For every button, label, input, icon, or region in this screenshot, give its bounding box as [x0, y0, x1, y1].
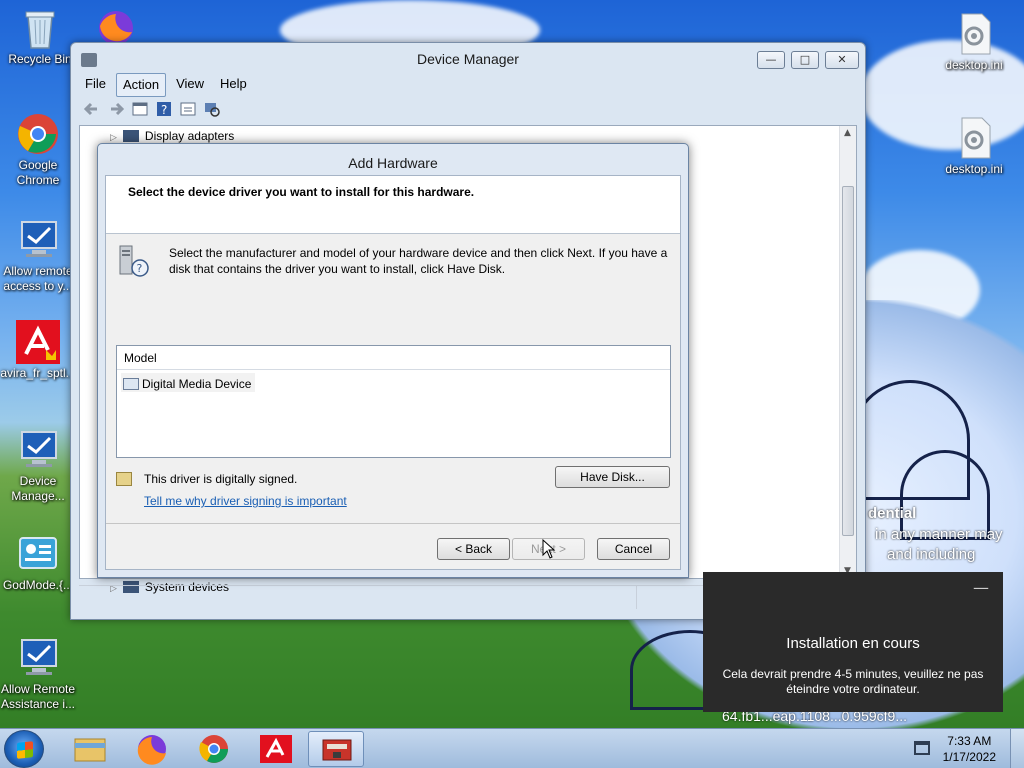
desktop-icon-label: desktop.ini: [945, 162, 1003, 176]
back-arrow-icon[interactable]: [83, 100, 101, 118]
window-title: Device Manager: [417, 51, 519, 67]
desktop-icon-avira[interactable]: avira_fr_sptl...: [0, 320, 76, 381]
scrollbar-thumb[interactable]: [842, 186, 854, 536]
device-icon: [123, 377, 139, 390]
properties-icon[interactable]: [131, 100, 149, 118]
settings-file-icon: [952, 12, 996, 56]
desktop-icon-godmode[interactable]: GodMode.{...: [0, 532, 76, 593]
cancel-button[interactable]: Cancel: [597, 538, 670, 560]
dialog-body: Select the device driver you want to ins…: [105, 175, 681, 570]
driver-signed-text: This driver is digitally signed.: [144, 472, 298, 486]
model-list[interactable]: Model Digital Media Device: [116, 345, 671, 458]
instruction-text: Select the manufacturer and model of you…: [169, 246, 668, 276]
wallpaper-text: in any manner may: [875, 526, 1003, 543]
desktop-icon-label: Allow Remote Assistance i...: [0, 682, 76, 711]
desktop-icon-label: Recycle Bin: [8, 52, 72, 66]
scroll-up-icon[interactable]: ▲: [844, 128, 851, 138]
taskbar: 7:33 AM 1/17/2022: [0, 728, 1024, 768]
view-icon[interactable]: [179, 100, 197, 118]
menu-help[interactable]: Help: [214, 73, 253, 97]
display-adapter-icon: [122, 130, 139, 142]
clock-time: 7:33 AM: [947, 734, 992, 748]
dialog-separator: [106, 523, 680, 524]
close-button[interactable]: ✕: [825, 51, 859, 69]
desktop-icon-desktop-ini[interactable]: desktop.ini: [936, 116, 1012, 177]
start-button[interactable]: [4, 730, 44, 768]
have-disk-button[interactable]: Have Disk...: [555, 466, 670, 488]
menu-action[interactable]: Action: [115, 73, 167, 97]
desktop-icon-label: Allow remote access to y...: [3, 264, 73, 293]
hardware-help-icon: ?: [118, 244, 150, 278]
maximize-button[interactable]: □: [791, 51, 819, 69]
notification-message: Cela devrait prendre 4-5 minutes, veuill…: [722, 667, 984, 696]
desktop-icon-label: GodMode.{...: [2, 578, 74, 592]
clock[interactable]: 7:33 AM 1/17/2022: [943, 733, 996, 765]
taskbar-chrome[interactable]: [186, 731, 242, 767]
firefox-desktop-icon[interactable]: [94, 6, 138, 45]
remote-computer-icon: [16, 636, 60, 680]
tree-item-label: Display adapters: [144, 129, 235, 143]
desktop-icon-allow-remote-assistance[interactable]: Allow Remote Assistance i...: [0, 636, 76, 712]
taskbar-add-hardware[interactable]: [308, 731, 364, 767]
network-icon[interactable]: [914, 741, 930, 755]
notification-title: Installation en cours: [786, 635, 920, 652]
driver-signed-row: This driver is digitally signed.: [116, 472, 297, 486]
dialog-header: Select the device driver you want to ins…: [106, 176, 680, 234]
desktop-icon-desktop-ini[interactable]: desktop.ini: [936, 12, 1012, 73]
taskbar-avira[interactable]: [248, 731, 304, 767]
control-panel-icon: [16, 532, 60, 576]
desktop-icon-device-manager[interactable]: Device Manage...: [0, 428, 76, 504]
remote-computer-icon: [16, 218, 60, 262]
menu-bar: File Action View Help: [79, 73, 253, 97]
taskbar-file-explorer[interactable]: [62, 731, 118, 767]
desktop-icon-label: Device Manage...: [11, 474, 65, 503]
dialog-header-text: Select the device driver you want to ins…: [128, 185, 475, 199]
expand-arrow-icon[interactable]: ▷: [110, 132, 117, 143]
list-item-model[interactable]: Digital Media Device: [121, 373, 256, 392]
desktop-icon-label: desktop.ini: [945, 58, 1003, 72]
avira-icon: [16, 320, 60, 364]
menu-view[interactable]: View: [170, 73, 210, 97]
desktop-icon-allow-remote-access[interactable]: Allow remote access to y...: [0, 218, 76, 294]
show-desktop-button[interactable]: [1010, 729, 1024, 768]
vertical-scrollbar[interactable]: ▲ ▼: [839, 126, 856, 578]
clock-date: 1/17/2022: [942, 750, 996, 764]
svg-text:?: ?: [137, 262, 143, 275]
add-hardware-dialog: Add Hardware Select the device driver yo…: [97, 143, 689, 578]
model-column-header[interactable]: Model: [117, 346, 670, 370]
mouse-cursor-icon: [542, 538, 556, 559]
toolbar: ?: [79, 97, 857, 121]
wallpaper-text: dential: [868, 505, 917, 522]
tree-item-display-adapters[interactable]: ▷ Display adapters: [110, 129, 234, 143]
help-icon[interactable]: ?: [155, 100, 173, 118]
minimize-notification-button[interactable]: —: [973, 578, 989, 597]
settings-file-icon: [952, 116, 996, 160]
windows-logo-icon: [17, 741, 33, 759]
desktop-icon-recycle-bin[interactable]: Recycle Bin: [2, 6, 78, 67]
installation-notification: — Installation en cours Cela devrait pre…: [703, 572, 1003, 712]
chrome-icon: [16, 112, 60, 156]
desktop-icon-label: Google Chrome: [16, 158, 60, 187]
recycle-bin-icon: [18, 6, 62, 50]
svg-text:?: ?: [161, 103, 167, 117]
minimize-button[interactable]: —: [757, 51, 785, 69]
model-item-label: Digital Media Device: [142, 376, 252, 391]
driver-signing-link[interactable]: Tell me why driver signing is important: [144, 494, 347, 508]
desktop-icon-google-chrome[interactable]: Google Chrome: [0, 112, 76, 188]
taskbar-firefox[interactable]: [124, 731, 180, 767]
device-manager-icon: [16, 428, 60, 472]
certificate-icon: [116, 472, 132, 486]
desktop-icon-label: avira_fr_sptl...: [0, 366, 76, 380]
menu-file[interactable]: File: [79, 73, 112, 97]
wallpaper-text: and including: [887, 546, 976, 563]
back-button[interactable]: < Back: [437, 538, 510, 560]
forward-arrow-icon[interactable]: [107, 100, 125, 118]
scan-hardware-icon[interactable]: [203, 100, 221, 118]
dialog-title: Add Hardware: [348, 155, 438, 171]
